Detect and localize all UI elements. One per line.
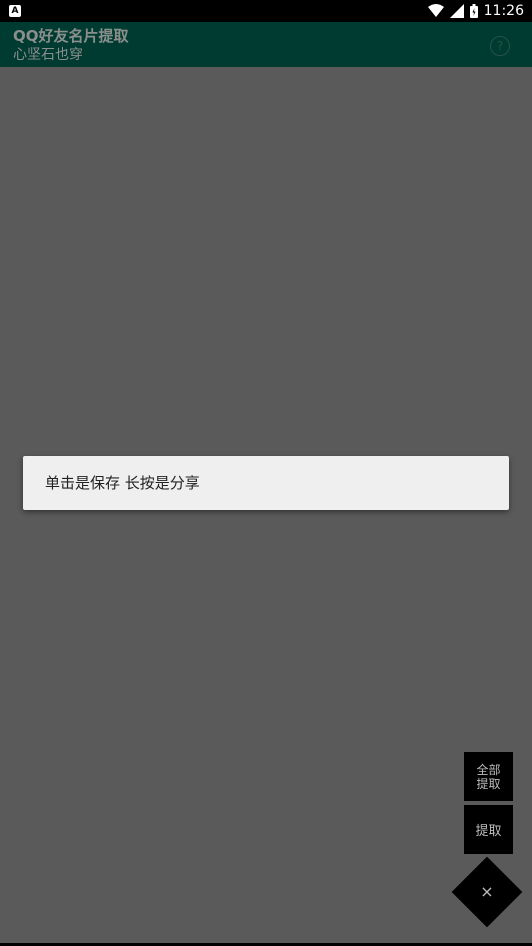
close-icon[interactable]: × — [474, 879, 500, 905]
app-title: QQ好友名片提取 — [13, 27, 129, 45]
status-time: 11:26 — [483, 3, 524, 19]
extract-all-label: 全部 提取 — [476, 762, 501, 791]
app-bar: QQ好友名片提取 心坚石也穿 ? — [0, 22, 532, 67]
extract-button[interactable]: 提取 — [464, 805, 513, 854]
notification-icon: A — [9, 5, 21, 17]
wifi-icon — [427, 4, 444, 17]
signal-icon — [449, 4, 464, 18]
help-icon: ? — [496, 39, 504, 53]
status-bar: A 11:26 — [0, 0, 532, 22]
extract-all-button[interactable]: 全部 提取 — [464, 752, 513, 801]
battery-icon — [469, 4, 478, 18]
screen: A 11:26 QQ好友名片提取 心坚石也穿 ? 单击是保存 长按是分享 全部 — [0, 0, 532, 946]
extract-label: 提取 — [475, 824, 502, 839]
toast: 单击是保存 长按是分享 — [23, 456, 509, 510]
help-button[interactable]: ? — [490, 36, 510, 56]
toast-message: 单击是保存 长按是分享 — [45, 474, 200, 492]
status-icons: 11:26 — [427, 0, 524, 22]
app-subtitle: 心坚石也穿 — [13, 47, 83, 63]
